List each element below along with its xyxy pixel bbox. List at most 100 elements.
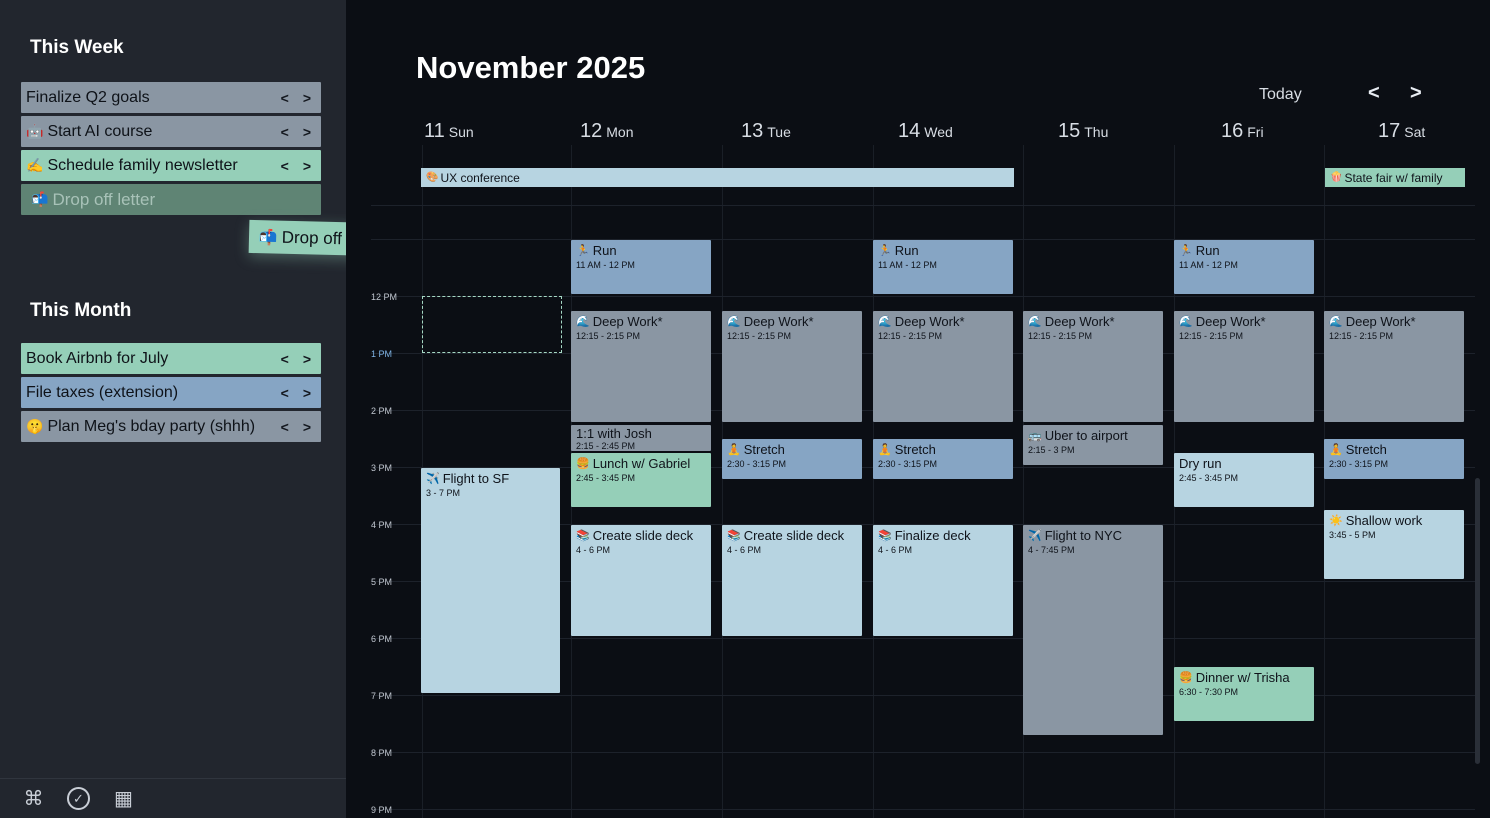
prev-arrow-icon[interactable]: < bbox=[281, 90, 289, 106]
task-label: Schedule family newsletter bbox=[47, 156, 238, 174]
current-time-label: 1 PM bbox=[371, 349, 393, 359]
calendar-event[interactable]: 📚 Create slide deck 4 - 6 PM bbox=[722, 525, 862, 636]
calendar-event[interactable]: 🌊 Deep Work* 12:15 - 2:15 PM bbox=[571, 311, 711, 422]
sidebar: This Week Finalize Q2 goals < > 🤖 Start A… bbox=[0, 0, 502, 818]
next-arrow-icon[interactable]: > bbox=[303, 385, 311, 401]
day-header[interactable]: 14 Wed bbox=[898, 120, 953, 143]
books-icon: 📚 bbox=[878, 530, 892, 542]
day-header[interactable]: 11 Sun bbox=[424, 120, 474, 143]
task-label: Book Airbnb for July bbox=[26, 349, 169, 367]
calendar-event[interactable]: 🏃 Run 11 AM - 12 PM bbox=[571, 240, 711, 294]
books-icon: 📚 bbox=[727, 530, 741, 542]
event-title: State fair w/ family bbox=[1344, 170, 1443, 185]
check-circle-icon[interactable]: ✓ bbox=[67, 787, 90, 810]
time-label: 2 PM bbox=[371, 406, 393, 416]
wave-icon: 🌊 bbox=[727, 316, 741, 328]
writing-hand-icon: ✍️ bbox=[26, 157, 44, 173]
yoga-icon: 🧘 bbox=[878, 444, 892, 456]
calendar-event[interactable]: 🍔 Lunch w/ Gabriel 2:45 - 3:45 PM bbox=[571, 453, 711, 507]
calendar-event[interactable]: 1:1 with Josh 2:15 - 2:45 PM bbox=[571, 425, 711, 451]
calendar-event[interactable]: 🧘 Stretch 2:30 - 3:15 PM bbox=[1324, 439, 1464, 479]
this-week-title: This Week bbox=[30, 37, 124, 58]
month-title: November 2025 bbox=[416, 50, 646, 85]
calendar-event[interactable]: Dry run 2:45 - 3:45 PM bbox=[1174, 453, 1314, 507]
day-header[interactable]: 15 Thu bbox=[1058, 120, 1108, 143]
prev-arrow-icon[interactable]: < bbox=[281, 158, 289, 174]
prev-week-button[interactable]: < bbox=[1368, 82, 1380, 105]
next-arrow-icon[interactable]: > bbox=[303, 158, 311, 174]
task-item[interactable]: File taxes (extension) < > bbox=[21, 377, 321, 408]
time-label: 12 PM bbox=[371, 292, 398, 302]
wave-icon: 🌊 bbox=[878, 316, 892, 328]
calendar-week-view: November 2025 Today < > 11 Sun 12 Mon 13 Tu… bbox=[346, 0, 1490, 818]
calendar-event[interactable]: 🌊 Deep Work* 12:15 - 2:15 PM bbox=[873, 311, 1013, 422]
books-icon: 📚 bbox=[576, 530, 590, 542]
allday-event[interactable]: 🎨 UX conference bbox=[421, 168, 1014, 187]
time-label: 8 PM bbox=[371, 748, 393, 758]
runner-icon: 🏃 bbox=[576, 245, 590, 257]
bottom-toolbar: ⌘ ✓ ▦ bbox=[0, 778, 346, 818]
airplane-icon: ✈️ bbox=[426, 473, 440, 485]
calendar-event[interactable]: ✈️ Flight to NYC 4 - 7:45 PM bbox=[1023, 525, 1163, 735]
today-button[interactable]: Today bbox=[1259, 86, 1302, 104]
task-item[interactable]: 🤖 Start AI course < > bbox=[21, 116, 321, 147]
wave-icon: 🌊 bbox=[1329, 316, 1343, 328]
shushing-face-icon: 🤫 bbox=[26, 418, 44, 434]
calendar-event[interactable]: 🍔 Dinner w/ Trisha 6:30 - 7:30 PM bbox=[1174, 667, 1314, 721]
calendar-event[interactable]: 🌊 Deep Work* 12:15 - 2:15 PM bbox=[722, 311, 862, 422]
allday-event[interactable]: 🍿 State fair w/ family bbox=[1325, 168, 1465, 187]
calendar-event[interactable]: 🧘 Stretch 2:30 - 3:15 PM bbox=[873, 439, 1013, 479]
event-title: UX conference bbox=[440, 170, 520, 185]
day-separator bbox=[722, 145, 723, 818]
calendar-event[interactable]: 🧘 Stretch 2:30 - 3:15 PM bbox=[722, 439, 862, 479]
time-label: 3 PM bbox=[371, 463, 393, 473]
popcorn-icon: 🍿 bbox=[1330, 172, 1343, 183]
calendar-event[interactable]: 📚 Finalize deck 4 - 6 PM bbox=[873, 525, 1013, 636]
calendar-event[interactable]: 🏃 Run 11 AM - 12 PM bbox=[1174, 240, 1314, 294]
next-arrow-icon[interactable]: > bbox=[303, 90, 311, 106]
airplane-icon: ✈️ bbox=[1028, 530, 1042, 542]
wave-icon: 🌊 bbox=[576, 316, 590, 328]
command-icon[interactable]: ⌘ bbox=[22, 787, 45, 810]
day-header[interactable]: 17 Sat bbox=[1378, 120, 1425, 143]
mailbox-icon: 📬 bbox=[31, 191, 49, 207]
robot-icon: 🤖 bbox=[26, 123, 44, 139]
drop-target-slot[interactable] bbox=[422, 296, 562, 353]
prev-arrow-icon[interactable]: < bbox=[281, 385, 289, 401]
task-item[interactable]: 🤫 Plan Meg's bday party (shhh) < > bbox=[21, 411, 321, 442]
day-header[interactable]: 12 Mon bbox=[580, 120, 633, 143]
next-arrow-icon[interactable]: > bbox=[303, 351, 311, 367]
calendar-event[interactable]: ☀️ Shallow work 3:45 - 5 PM bbox=[1324, 510, 1464, 579]
task-label: Finalize Q2 goals bbox=[26, 88, 150, 106]
calendar-event[interactable]: 🏃 Run 11 AM - 12 PM bbox=[873, 240, 1013, 294]
task-placeholder-ghost: 📬 Drop off letter bbox=[21, 184, 321, 215]
day-header[interactable]: 13 Tue bbox=[741, 120, 791, 143]
task-label: Start AI course bbox=[47, 122, 153, 140]
day-header[interactable]: 16 Fri bbox=[1221, 120, 1264, 143]
next-arrow-icon[interactable]: > bbox=[303, 124, 311, 140]
this-month-title: This Month bbox=[30, 300, 132, 321]
next-week-button[interactable]: > bbox=[1410, 82, 1422, 105]
calendar-event[interactable]: 🌊 Deep Work* 12:15 - 2:15 PM bbox=[1324, 311, 1464, 422]
calendar-event[interactable]: 🌊 Deep Work* 12:15 - 2:15 PM bbox=[1023, 311, 1163, 422]
calendar-event[interactable]: 🚌 Uber to airport 2:15 - 3 PM bbox=[1023, 425, 1163, 465]
vertical-scrollbar[interactable] bbox=[1475, 478, 1480, 764]
prev-arrow-icon[interactable]: < bbox=[281, 419, 289, 435]
next-arrow-icon[interactable]: > bbox=[303, 419, 311, 435]
time-label: 6 PM bbox=[371, 634, 393, 644]
yoga-icon: 🧘 bbox=[727, 444, 741, 456]
task-label: File taxes (extension) bbox=[26, 383, 179, 401]
time-label: 4 PM bbox=[371, 520, 393, 530]
task-item[interactable]: Finalize Q2 goals < > bbox=[21, 82, 321, 113]
prev-arrow-icon[interactable]: < bbox=[281, 124, 289, 140]
calendar-event[interactable]: ✈️ Flight to SF 3 - 7 PM bbox=[421, 468, 560, 693]
prev-arrow-icon[interactable]: < bbox=[281, 351, 289, 367]
calendar-icon[interactable]: ▦ bbox=[112, 787, 135, 810]
time-label: 9 PM bbox=[371, 805, 393, 815]
task-item[interactable]: Book Airbnb for July < > bbox=[21, 343, 321, 374]
calendar-event[interactable]: 🌊 Deep Work* 12:15 - 2:15 PM bbox=[1174, 311, 1314, 422]
calendar-event[interactable]: 📚 Create slide deck 4 - 6 PM bbox=[571, 525, 711, 636]
task-label: Drop off letter bbox=[52, 189, 156, 209]
task-item[interactable]: ✍️ Schedule family newsletter < > bbox=[21, 150, 321, 181]
task-label: Plan Meg's bday party (shhh) bbox=[47, 417, 256, 435]
